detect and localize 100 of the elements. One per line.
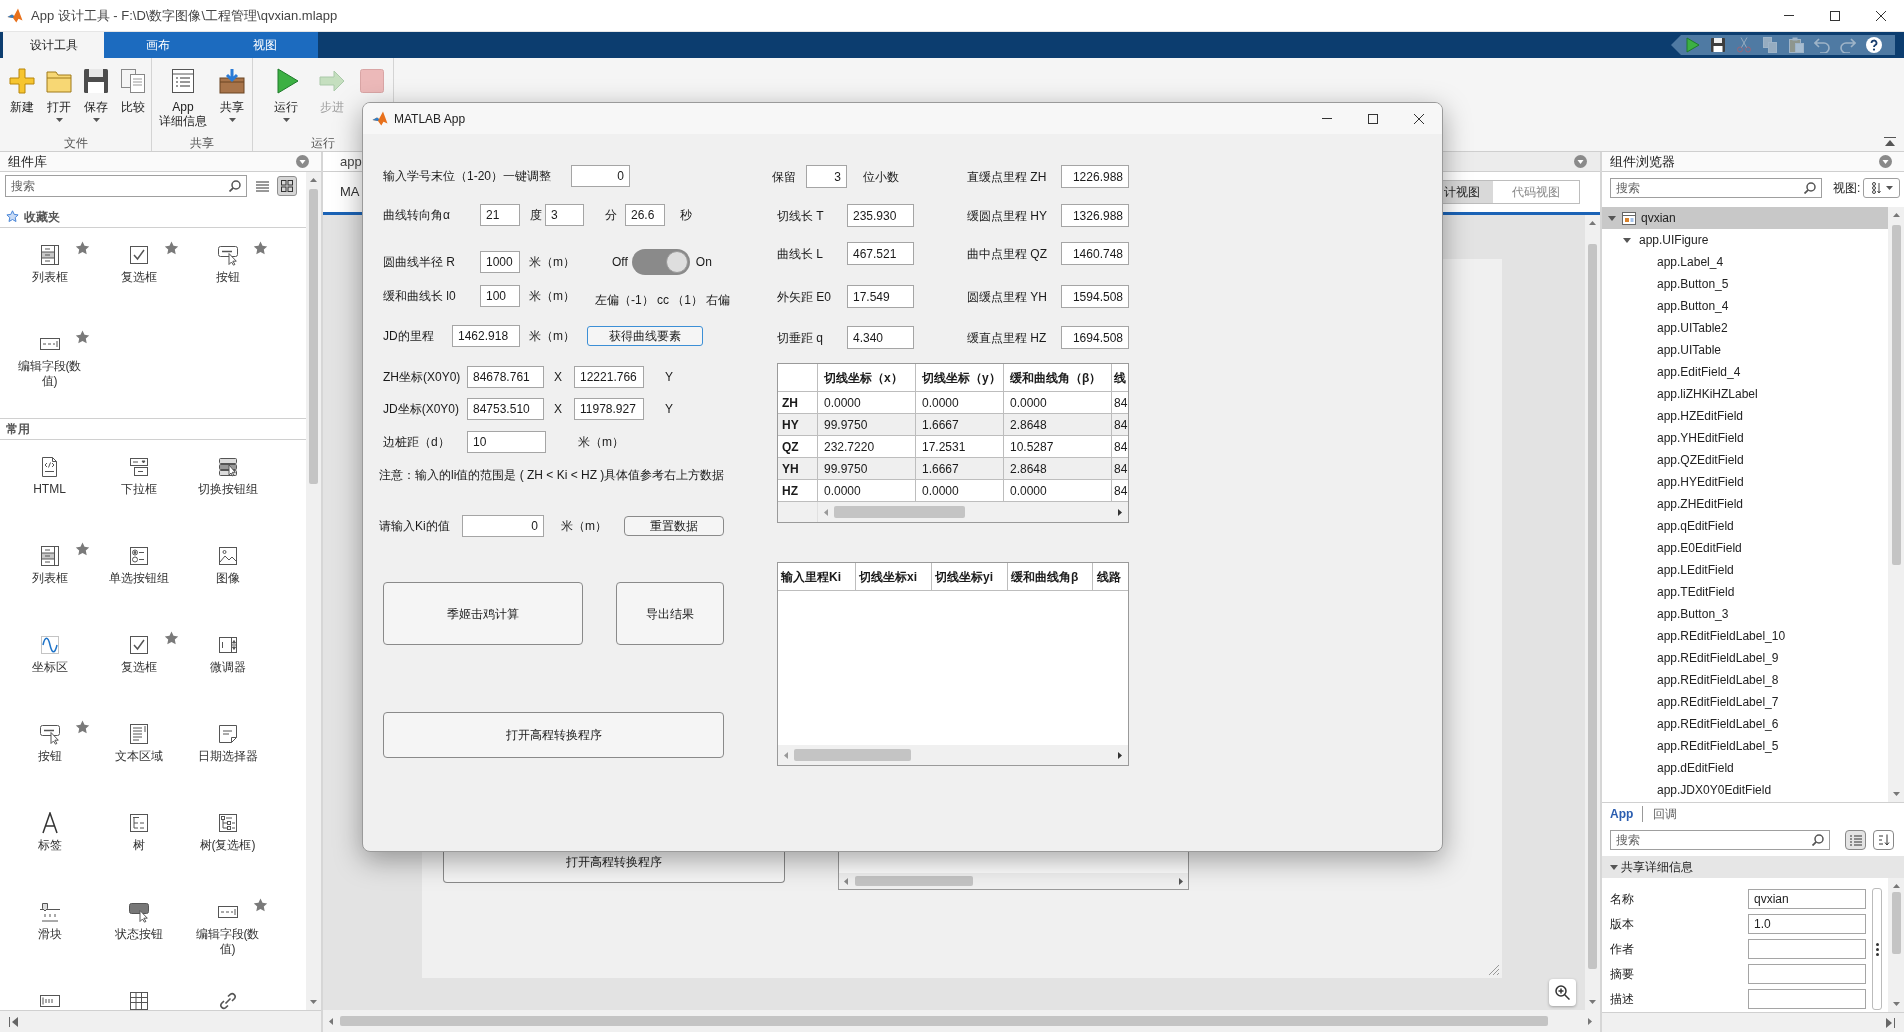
ribbon-tab[interactable]: 设计工具 xyxy=(3,32,104,58)
component-item[interactable]: 标签 xyxy=(9,809,90,853)
export-button[interactable]: 导出结果 xyxy=(616,582,724,645)
horizontal-scrollbar[interactable] xyxy=(778,501,1128,522)
tree-item[interactable]: app.REditFieldLabel_8 xyxy=(1602,669,1888,691)
sort-button[interactable] xyxy=(1873,830,1894,850)
toolbar-button[interactable] xyxy=(1866,37,1882,53)
input-field[interactable]: 4.340 xyxy=(847,326,914,349)
tree-item[interactable]: app.UIFigure xyxy=(1602,229,1888,251)
component-item[interactable]: 图像 xyxy=(187,542,268,586)
input-field[interactable]: 1594.508 xyxy=(1061,285,1129,308)
compare-button[interactable]: 比较 xyxy=(115,68,151,114)
tree-item[interactable]: app.QZEditField xyxy=(1602,449,1888,471)
input-field[interactable]: 12221.766 xyxy=(574,366,644,388)
open-button[interactable]: 打开 xyxy=(41,68,77,122)
share-button[interactable]: 共享 xyxy=(214,68,250,122)
component-item[interactable]: 树 xyxy=(98,809,179,853)
tree-item[interactable]: app.REditFieldLabel_5 xyxy=(1602,735,1888,757)
details-button[interactable]: App 详细信息 xyxy=(155,68,211,128)
ribbon-tab[interactable]: 画布 xyxy=(104,32,211,58)
component-item[interactable]: 按钮 xyxy=(9,720,90,764)
grid-view-button[interactable] xyxy=(277,176,297,196)
calculate-button[interactable]: 季姬击鸡计算 xyxy=(383,582,583,645)
scrollbar-thumb[interactable] xyxy=(1588,244,1597,969)
tree-item[interactable]: app.ZHEditField xyxy=(1602,493,1888,515)
input-field[interactable]: 0 xyxy=(571,165,630,187)
input-field[interactable]: 84753.510 xyxy=(467,398,544,420)
tree-item[interactable]: app.dEditField xyxy=(1602,757,1888,779)
scrollbar-thumb[interactable] xyxy=(309,189,318,484)
component-item[interactable]: 下拉框 xyxy=(98,453,179,497)
property-field[interactable]: 1.0 xyxy=(1748,913,1866,934)
view-dropdown[interactable] xyxy=(1863,178,1901,198)
column-header[interactable]: 切线坐标xi xyxy=(856,563,932,590)
property-field[interactable] xyxy=(1748,963,1866,984)
component-item[interactable]: 单选按钮组 xyxy=(98,542,179,586)
scrollbar-thumb[interactable] xyxy=(794,749,911,761)
component-item[interactable]: 复选框 xyxy=(98,241,179,285)
scrollbar-thumb[interactable] xyxy=(834,506,965,518)
column-header[interactable]: 线路 xyxy=(1093,563,1128,590)
tree-item[interactable]: app.YHEditField xyxy=(1602,427,1888,449)
property-field[interactable] xyxy=(1748,988,1866,1009)
search-field[interactable]: 搜索 xyxy=(5,175,247,197)
component-item[interactable]: 列表框 xyxy=(9,241,90,285)
tree-item[interactable]: app.UITable xyxy=(1602,339,1888,361)
component-item[interactable]: 编辑字段(数值) xyxy=(9,330,90,389)
scrollbar-thumb[interactable] xyxy=(1891,892,1901,954)
tree-item[interactable]: app.LEditField xyxy=(1602,559,1888,581)
toolbar-button[interactable] xyxy=(1710,37,1726,53)
zoom-button[interactable] xyxy=(1549,979,1576,1006)
tree-item[interactable]: app.HZEditField xyxy=(1602,405,1888,427)
scrollbar-thumb[interactable] xyxy=(1891,225,1901,565)
save-button[interactable]: 保存 xyxy=(78,68,114,122)
component-item[interactable]: 编辑字段(数值) xyxy=(187,898,268,957)
input-field[interactable]: 10 xyxy=(467,431,546,453)
reset-button[interactable]: 重置数据 xyxy=(624,516,724,536)
input-field[interactable]: 17.549 xyxy=(847,285,914,308)
input-field[interactable]: 0 xyxy=(462,515,544,537)
grouped-view-button[interactable] xyxy=(1845,830,1866,850)
component-item[interactable]: 日期选择器 xyxy=(187,720,268,764)
search-field[interactable]: 搜索 xyxy=(1610,178,1822,198)
tree-item[interactable]: app.REditFieldLabel_9 xyxy=(1602,647,1888,669)
tree-item[interactable]: app.EditField_4 xyxy=(1602,361,1888,383)
column-header[interactable]: 切线坐标yi xyxy=(932,563,1008,590)
component-item[interactable]: 文本区域 xyxy=(98,720,179,764)
input-field[interactable]: 3 xyxy=(806,165,847,188)
tree-item[interactable]: app.REditFieldLabel_10 xyxy=(1602,625,1888,647)
tree-item[interactable]: app.Button_3 xyxy=(1602,603,1888,625)
input-field[interactable]: 1462.918 xyxy=(452,325,520,347)
document-tab[interactable]: app xyxy=(323,152,362,171)
horizontal-scrollbar[interactable] xyxy=(778,745,1128,765)
panel-tab[interactable]: App xyxy=(1602,805,1644,822)
component-item[interactable]: 列表框 xyxy=(9,542,90,586)
input-field[interactable]: 1226.988 xyxy=(1061,165,1129,188)
vertical-scrollbar[interactable] xyxy=(1888,207,1904,802)
tree-item[interactable]: app.REditFieldLabel_6 xyxy=(1602,713,1888,735)
view-toggle[interactable]: 计视图 xyxy=(1443,181,1493,203)
vertical-scrollbar[interactable] xyxy=(1888,878,1904,1012)
input-field[interactable]: 84678.761 xyxy=(467,366,544,388)
run-button[interactable]: 运行 xyxy=(266,68,306,122)
property-field[interactable]: qvxian xyxy=(1748,888,1866,909)
tree-item[interactable]: qvxian xyxy=(1602,207,1888,229)
tree-item[interactable]: app.liZHKiHZLabel xyxy=(1602,383,1888,405)
horizontal-scrollbar[interactable] xyxy=(839,873,1188,889)
property-field[interactable] xyxy=(1748,938,1866,959)
tree-item[interactable]: app.E0EditField xyxy=(1602,537,1888,559)
scrollbar-thumb[interactable] xyxy=(340,1016,1548,1026)
input-field[interactable]: 3 xyxy=(545,204,584,226)
scrollbar-thumb[interactable] xyxy=(855,876,973,886)
column-header[interactable]: 输入里程Ki xyxy=(778,563,856,590)
input-field[interactable]: 1694.508 xyxy=(1061,326,1129,349)
tree-item[interactable]: app.REditFieldLabel_7 xyxy=(1602,691,1888,713)
input-field[interactable]: 1460.748 xyxy=(1061,242,1129,265)
tree-item[interactable]: app.Button_4 xyxy=(1602,295,1888,317)
elevation-button[interactable]: 打开高程转换程序 xyxy=(383,712,724,758)
panel-tab[interactable]: 回调 xyxy=(1643,805,1678,822)
tree-item[interactable]: app.Button_5 xyxy=(1602,273,1888,295)
tree-item[interactable]: app.Label_4 xyxy=(1602,251,1888,273)
input-field[interactable]: 1000 xyxy=(480,251,520,273)
tree-item[interactable]: app.UITable2 xyxy=(1602,317,1888,339)
column-header[interactable]: 线 xyxy=(1112,364,1128,391)
